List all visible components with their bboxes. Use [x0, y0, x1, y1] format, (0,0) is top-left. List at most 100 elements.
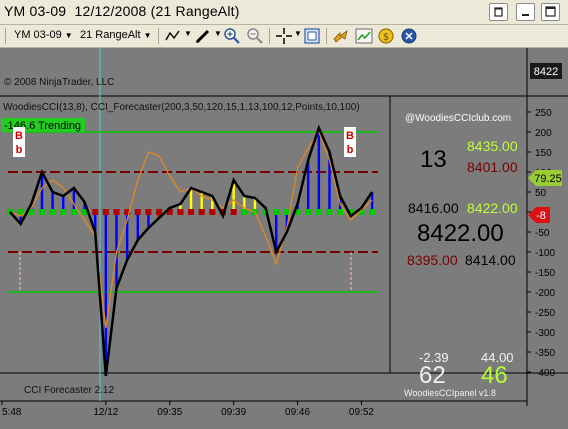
- turbo-marker: -8: [536, 210, 546, 222]
- histogram-bar: [317, 128, 321, 212]
- zoom-in-icon: [224, 28, 240, 44]
- y-tick-label: 50: [535, 188, 547, 199]
- restore-icon: [494, 7, 503, 17]
- data-box-button[interactable]: [303, 27, 321, 45]
- toolbar-grip: [5, 28, 6, 44]
- side-letter-right: B: [346, 130, 354, 142]
- y-axis-labels: 250200150100500-50-100-150-200-250-300-3…: [527, 108, 555, 379]
- period-label: 21 RangeAlt: [80, 29, 141, 41]
- toolbar-separator: [269, 28, 270, 44]
- histogram-bar: [72, 188, 76, 212]
- account-button[interactable]: $: [377, 27, 395, 45]
- zero-marker: [134, 209, 141, 215]
- x-axis-labels: 5:48 12/12 09:35 09:39 09:46 09:52: [1, 401, 374, 418]
- zero-marker: [38, 209, 45, 215]
- panel-cci-value: 13: [420, 146, 447, 173]
- maximize-button[interactable]: [541, 3, 560, 21]
- zero-marker: [326, 209, 333, 215]
- instrument-selector[interactable]: YM 03-09 ▼: [14, 29, 73, 41]
- properties-button[interactable]: [400, 27, 418, 45]
- x-tick-label: 09:46: [285, 407, 310, 418]
- zero-marker: [241, 209, 248, 215]
- indicator-line: WoodiesCCI(13,8), CCI_Forecaster(200,3,5…: [3, 102, 360, 113]
- panel-low-black: 8414.00: [465, 252, 516, 268]
- chevron-down-icon[interactable]: ▼: [214, 29, 222, 38]
- zero-marker: [198, 209, 205, 215]
- zero-marker: [369, 209, 376, 215]
- toolbar-separator: [158, 28, 159, 44]
- chevron-down-icon: ▼: [64, 31, 73, 40]
- zero-marker: [145, 209, 152, 215]
- zero-marker: [188, 209, 195, 215]
- line-chart-icon: [165, 30, 180, 41]
- chevron-down-icon: ▼: [143, 31, 152, 40]
- zoom-in-button[interactable]: [223, 27, 241, 45]
- panel-mid-black: 8416.00: [408, 200, 459, 216]
- minimize-button[interactable]: [516, 3, 535, 21]
- copyright-text: © 2008 NinjaTrader, LLC: [4, 77, 115, 88]
- strategies-button[interactable]: [332, 27, 350, 45]
- cci-marker: 79.25: [534, 173, 562, 185]
- x-tick-label: 09:52: [349, 407, 374, 418]
- panel-credit: WoodiesCCIpanel v1.8: [404, 388, 496, 398]
- histogram-bar: [136, 212, 139, 240]
- side-letter-left: B: [15, 130, 23, 142]
- crosshair-icon: [276, 28, 292, 44]
- y-tick-label: -400: [535, 368, 555, 379]
- zero-marker: [49, 209, 56, 215]
- window-title: YM 03-09 12/12/2008 (21 RangeAlt): [4, 3, 240, 19]
- restore-button[interactable]: [489, 3, 508, 21]
- instrument-label: YM 03-09: [14, 29, 62, 41]
- svg-text:$: $: [383, 32, 389, 43]
- zero-marker: [102, 209, 109, 215]
- y-tick-label: 250: [535, 108, 552, 119]
- zero-marker: [230, 209, 237, 215]
- panel-low-red: 8395.00: [407, 252, 458, 268]
- zero-marker: [92, 209, 99, 215]
- panel-top-red: 8401.00: [467, 159, 518, 175]
- indicators-button[interactable]: [355, 27, 373, 45]
- zero-marker: [305, 209, 312, 215]
- chart-style-button[interactable]: [164, 27, 182, 45]
- zero-marker: [315, 209, 322, 215]
- y-tick-label: -300: [535, 328, 555, 339]
- chevron-down-icon[interactable]: ▼: [294, 29, 302, 38]
- zero-marker: [113, 209, 120, 215]
- chart-area[interactable]: 250200150100500-50-100-150-200-250-300-3…: [0, 48, 568, 424]
- gold-coin-icon: $: [378, 28, 394, 44]
- y-tick-label: 200: [535, 128, 552, 139]
- zoom-out-icon: [247, 28, 263, 44]
- price-marker: 8422: [534, 66, 558, 78]
- x-tick-label: 09:35: [157, 407, 182, 418]
- zoom-out-button[interactable]: [246, 27, 264, 45]
- minimize-icon: [522, 14, 529, 16]
- chart-toolbar: YM 03-09 ▼ 21 RangeAlt ▼ ▼ ▼ ▼ $: [0, 25, 568, 48]
- y-tick-label: 150: [535, 148, 552, 159]
- window-titlebar: YM 03-09 12/12/2008 (21 RangeAlt): [0, 0, 568, 25]
- period-selector[interactable]: 21 RangeAlt ▼: [80, 29, 152, 41]
- zero-line-markers: [7, 209, 376, 215]
- y-tick-label: -350: [535, 348, 555, 359]
- signal-letter-right: b: [347, 144, 354, 156]
- draw-tools-button[interactable]: [194, 27, 212, 45]
- y-tick-label: -100: [535, 248, 555, 259]
- maximize-icon: [545, 6, 556, 17]
- toolbar-separator: [326, 28, 327, 44]
- zero-marker: [177, 209, 184, 215]
- zero-marker: [337, 209, 344, 215]
- crosshair-button[interactable]: [275, 27, 293, 45]
- x-tick-label: 09:39: [221, 407, 246, 418]
- y-tick-label: -200: [535, 288, 555, 299]
- panel-mid-green: 8422.00: [467, 200, 518, 216]
- properties-icon: [401, 28, 417, 44]
- histogram-bar: [189, 188, 193, 212]
- panel-stat-62: 62: [419, 362, 446, 389]
- forecaster-label: CCI Forecaster 2.12: [24, 385, 115, 396]
- y-tick-label: -50: [535, 228, 550, 239]
- chevron-down-icon[interactable]: ▼: [184, 29, 192, 38]
- zero-marker: [209, 209, 216, 215]
- strategy-icon: [333, 30, 348, 43]
- y-tick-label: -250: [535, 308, 555, 319]
- panel-top-green: 8435.00: [467, 138, 518, 154]
- zero-marker: [70, 209, 77, 215]
